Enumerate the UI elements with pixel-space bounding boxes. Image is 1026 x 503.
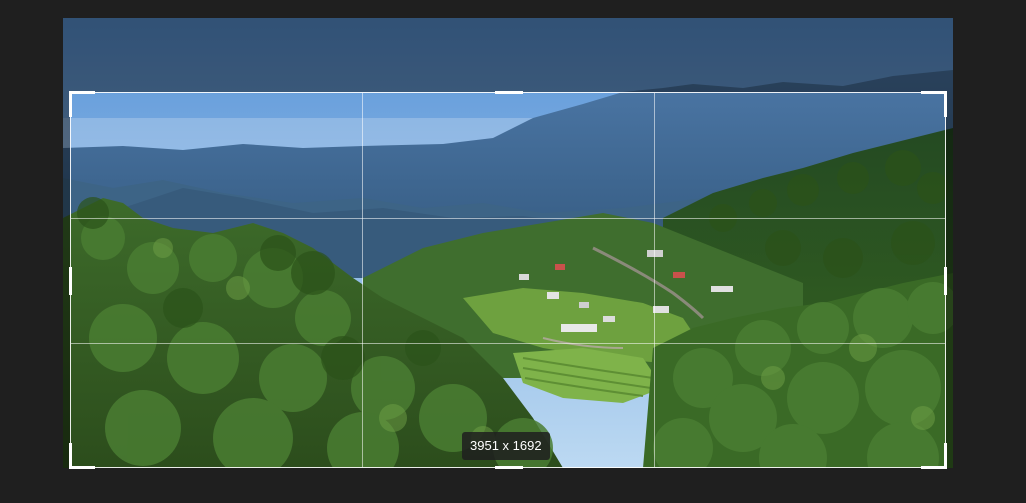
crop-handle-bottom-right[interactable] xyxy=(921,443,947,469)
crop-handle-top[interactable] xyxy=(495,91,523,94)
crop-handle-bottom-left[interactable] xyxy=(69,443,95,469)
crop-grid-line-vertical-1 xyxy=(362,93,363,467)
crop-handle-right[interactable] xyxy=(944,267,947,295)
crop-handle-top-left[interactable] xyxy=(69,91,95,117)
crop-grid-line-horizontal-1 xyxy=(71,218,945,219)
crop-grid-line-vertical-2 xyxy=(654,93,655,467)
crop-outside-dim-right xyxy=(946,92,953,468)
crop-handle-bottom[interactable] xyxy=(495,466,523,469)
crop-selection[interactable] xyxy=(69,91,947,469)
crop-outside-dim-top xyxy=(63,18,953,92)
crop-grid-line-horizontal-2 xyxy=(71,343,945,344)
crop-handle-top-right[interactable] xyxy=(921,91,947,117)
crop-dimensions-label: 3951 x 1692 xyxy=(462,432,550,460)
crop-editor: 3951 x 1692 xyxy=(0,0,1026,503)
crop-handle-left[interactable] xyxy=(69,267,72,295)
